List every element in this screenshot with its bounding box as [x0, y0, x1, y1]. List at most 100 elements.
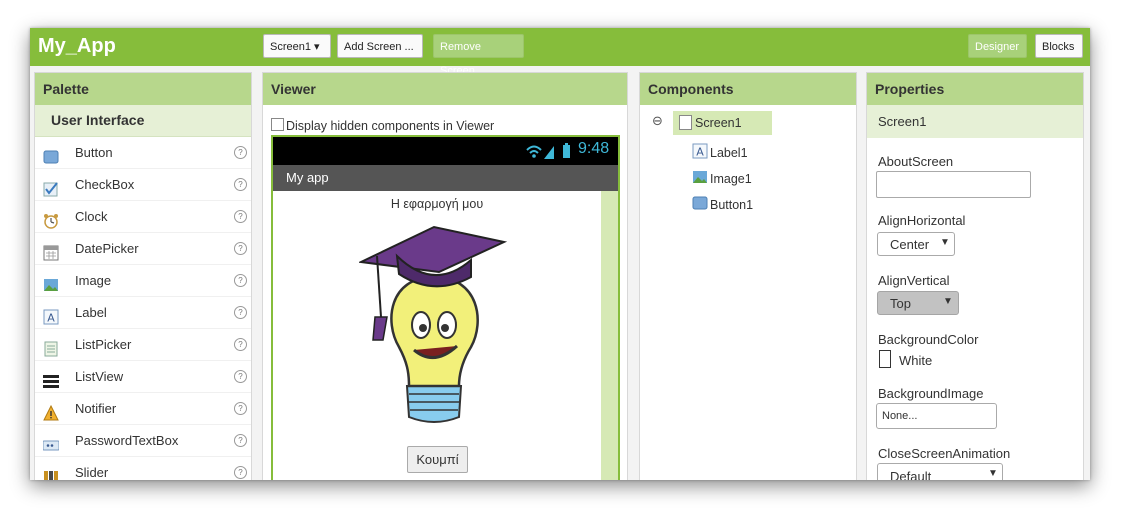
collapse-icon[interactable]: ⊖ — [652, 113, 663, 129]
graduation-lightbulb-image[interactable] — [357, 222, 509, 435]
tree-item-label: Button1 — [710, 198, 754, 212]
svg-text:A: A — [696, 146, 704, 159]
datepicker-icon — [43, 241, 59, 261]
help-icon[interactable]: ? — [234, 466, 247, 479]
properties-panel: Properties Screen1 AboutScreen AlignHori… — [866, 72, 1084, 480]
close-screen-animation-value: Default — [890, 469, 932, 480]
palette-panel: Palette User Interface Button ? CheckBox… — [34, 72, 252, 480]
align-horizontal-value: Center — [890, 237, 930, 252]
about-screen-label: AboutScreen — [878, 154, 954, 169]
add-screen-button[interactable]: Add Screen ... — [337, 34, 423, 58]
close-screen-animation-label: CloseScreenAnimation — [878, 446, 1011, 461]
image-icon — [43, 273, 59, 291]
palette-item-label: PasswordTextBox — [75, 433, 179, 448]
help-icon[interactable]: ? — [234, 274, 247, 287]
tree-item-screen1[interactable]: Screen1 — [673, 111, 772, 135]
help-icon[interactable]: ? — [234, 434, 247, 447]
listview-icon — [43, 369, 59, 388]
display-hidden-checkbox[interactable] — [271, 118, 284, 131]
scrollbar[interactable] — [601, 191, 618, 480]
palette-item-label: DatePicker — [75, 241, 139, 256]
designer-button[interactable]: Designer — [968, 34, 1027, 58]
align-horizontal-label: AlignHorizontal — [878, 213, 966, 228]
button-icon — [43, 145, 59, 164]
align-vertical-label: AlignVertical — [878, 273, 950, 288]
label1-preview[interactable]: Η εφαρμογή μου — [273, 197, 601, 211]
background-image-picker[interactable]: None... — [876, 403, 997, 429]
warning-icon — [43, 401, 59, 421]
close-screen-animation-select[interactable]: Default ▼ — [877, 463, 1003, 480]
components-title: Components — [640, 73, 856, 105]
checkbox-icon — [43, 177, 59, 197]
app-bar-title: My app — [273, 165, 618, 191]
label-icon: A — [692, 143, 708, 162]
help-icon[interactable]: ? — [234, 370, 247, 383]
tree-item-label: Screen1 — [695, 116, 742, 130]
background-color-label: BackgroundColor — [878, 332, 979, 347]
button1-preview[interactable]: Κουμπί — [407, 446, 468, 473]
palette-item-listpicker[interactable]: ListPicker ? — [35, 329, 251, 361]
palette-title: Palette — [35, 73, 251, 105]
palette-item-slider[interactable]: Slider ? — [35, 457, 251, 480]
palette-item-label: Slider — [75, 465, 109, 480]
palette-item-label: Button — [75, 145, 113, 160]
palette-item-datepicker[interactable]: DatePicker ? — [35, 233, 251, 265]
help-icon[interactable]: ? — [234, 402, 247, 415]
app-window: My_App Screen1 ▾ Add Screen ... Remove S… — [30, 28, 1090, 480]
viewer-panel: Viewer Display hidden components in View… — [262, 72, 628, 480]
palette-item-label: ListView — [75, 369, 124, 384]
palette-item-notifier[interactable]: Notifier ? — [35, 393, 251, 425]
palette-item-label: Label — [75, 305, 107, 320]
background-image-value: None... — [882, 410, 918, 422]
help-icon[interactable]: ? — [234, 178, 247, 191]
display-hidden-toggle[interactable]: Display hidden components in Viewer — [271, 118, 494, 133]
image-icon — [692, 169, 708, 188]
palette-item-checkbox[interactable]: CheckBox ? — [35, 169, 251, 201]
slider-icon — [43, 465, 59, 480]
display-hidden-label: Display hidden components in Viewer — [286, 119, 495, 133]
align-vertical-value: Top — [890, 296, 911, 311]
status-bar: 9:48 — [273, 137, 618, 165]
help-icon[interactable]: ? — [234, 146, 247, 159]
palette-item-button[interactable]: Button ? — [35, 137, 251, 169]
palette-item-listview[interactable]: ListView ? — [35, 361, 251, 393]
properties-title: Properties — [867, 73, 1083, 105]
label-icon: A — [43, 305, 59, 325]
palette-item-passwordtextbox[interactable]: PasswordTextBox ? — [35, 425, 251, 457]
palette-item-image[interactable]: Image ? — [35, 265, 251, 297]
color-swatch[interactable] — [879, 350, 891, 368]
palette-item-label: Clock — [75, 209, 108, 224]
phone-preview[interactable]: 9:48 My app Η εφαρμογή μου Κουμπί — [271, 135, 620, 480]
tree-item-label: Image1 — [710, 172, 752, 186]
clock-icon — [43, 209, 59, 229]
palette-item-label: Image — [75, 273, 112, 288]
battery-icon — [562, 143, 571, 162]
status-time: 9:48 — [578, 140, 610, 157]
viewer-title: Viewer — [263, 73, 627, 105]
palette-item-clock[interactable]: Clock ? — [35, 201, 251, 233]
help-icon[interactable]: ? — [234, 338, 247, 351]
top-bar: My_App Screen1 ▾ Add Screen ... Remove S… — [30, 28, 1090, 77]
wifi-signal-icon — [525, 142, 555, 163]
blocks-button[interactable]: Blocks — [1035, 34, 1083, 58]
app-title: My_App — [38, 35, 116, 57]
about-screen-textarea[interactable] — [876, 171, 1031, 198]
help-icon[interactable]: ? — [234, 210, 247, 223]
button-icon — [692, 195, 708, 214]
svg-text:A: A — [47, 312, 55, 325]
background-color-value[interactable]: White — [899, 353, 932, 368]
palette-category-user-interface[interactable]: User Interface — [35, 105, 251, 137]
dropdown-arrow-icon: ▼ — [940, 237, 950, 248]
help-icon[interactable]: ? — [234, 306, 247, 319]
align-horizontal-select[interactable]: Center ▼ — [877, 232, 955, 256]
tree-item-label: Label1 — [710, 146, 748, 160]
components-panel: Components ⊖ Screen1 A Label1 Image1 But… — [639, 72, 857, 480]
screen-select-button[interactable]: Screen1 ▾ — [263, 34, 331, 58]
palette-item-label: CheckBox — [75, 177, 135, 192]
align-vertical-select[interactable]: Top ▼ — [877, 291, 959, 315]
remove-screen-button[interactable]: Remove Screen — [433, 34, 524, 77]
dropdown-arrow-icon: ▼ — [943, 296, 953, 307]
passwordtextbox-icon — [42, 433, 60, 451]
help-icon[interactable]: ? — [234, 242, 247, 255]
palette-item-label[interactable]: A Label ? — [35, 297, 251, 329]
